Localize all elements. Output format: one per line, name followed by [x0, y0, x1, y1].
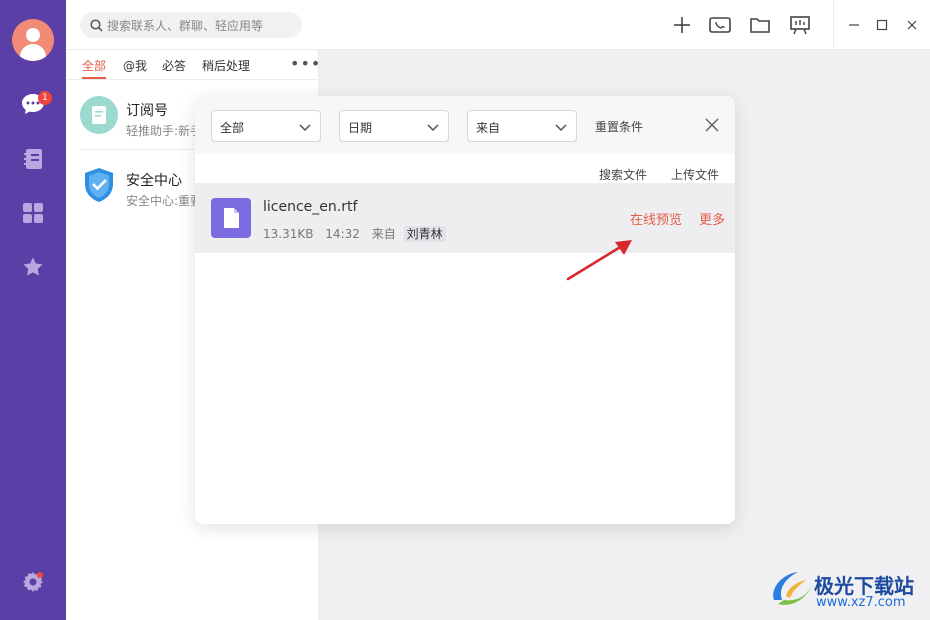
file-name: licence_en.rtf: [263, 199, 358, 215]
more-link[interactable]: 更多: [699, 209, 725, 228]
folder-icon[interactable]: [748, 13, 772, 37]
file-size: 13.31KB: [263, 227, 314, 241]
sender-value: 来自: [476, 121, 501, 135]
close-window-icon[interactable]: [900, 13, 924, 37]
file-type-select[interactable]: 全部: [211, 110, 321, 142]
tab-all[interactable]: 全部: [82, 57, 106, 74]
watermark-url: www.xz7.com: [816, 595, 906, 610]
left-rail: 1: [0, 0, 66, 620]
search-input[interactable]: 搜索联系人、群聊、轻应用等: [80, 12, 302, 38]
online-preview-link[interactable]: 在线预览: [630, 209, 682, 228]
watermark-logo: 极光下载站 www.xz7.com: [768, 566, 928, 614]
top-bar: 搜索联系人、群聊、轻应用等: [66, 0, 930, 50]
close-icon[interactable]: [703, 116, 721, 134]
maximize-icon[interactable]: [870, 13, 894, 37]
search-icon: [90, 18, 103, 32]
unread-badge: 1: [38, 91, 52, 105]
from-label: 来自: [371, 227, 396, 241]
add-icon[interactable]: [670, 13, 694, 37]
search-placeholder: 搜索联系人、群聊、轻应用等: [107, 18, 264, 33]
annotation-arrow-icon: [566, 240, 632, 281]
chevron-down-icon: [299, 124, 311, 132]
sender-select[interactable]: 来自: [467, 110, 577, 142]
file-meta: 13.31KB 14:32 来自 刘青林: [263, 225, 454, 242]
file-type-value: 全部: [220, 121, 245, 135]
chevron-down-icon: [555, 124, 567, 132]
date-select[interactable]: 日期: [339, 110, 449, 142]
document-icon: [211, 198, 251, 238]
chevron-down-icon: [427, 124, 439, 132]
sender-name[interactable]: 刘青林: [403, 226, 446, 242]
tab-must-answer[interactable]: 必答: [162, 57, 186, 74]
subscription-icon: [80, 96, 118, 134]
file-time: 14:32: [325, 227, 360, 241]
avatar[interactable]: [12, 19, 54, 61]
reset-filters-button[interactable]: 重置条件: [595, 118, 643, 135]
star-icon[interactable]: [21, 255, 45, 279]
upload-files-button[interactable]: 上传文件: [671, 166, 719, 183]
active-tab-underline: [82, 77, 106, 79]
settings-gear-icon[interactable]: [21, 570, 45, 594]
date-value: 日期: [348, 121, 373, 135]
call-icon[interactable]: [708, 13, 732, 37]
more-options-icon[interactable]: •••: [290, 54, 321, 73]
file-row[interactable]: licence_en.rtf 13.31KB 14:32 来自 刘青林 在线预览…: [195, 183, 735, 253]
tab-later[interactable]: 稍后处理: [202, 57, 250, 74]
filter-bar: 全部 日期 来自 重置条件: [195, 96, 735, 154]
conversation-name: 订阅号: [126, 103, 168, 119]
filter-tabs: 全部 @我 必答 稍后处理 •••: [66, 50, 321, 80]
search-files-button[interactable]: 搜索文件: [599, 166, 647, 183]
address-book-icon[interactable]: [21, 147, 45, 171]
presentation-icon[interactable]: [788, 13, 812, 37]
shield-icon: [80, 166, 118, 204]
tab-mentions[interactable]: @我: [123, 57, 147, 74]
apps-grid-icon[interactable]: [21, 201, 45, 225]
conversation-name: 安全中心: [126, 173, 182, 189]
toolbar-divider: [833, 0, 834, 50]
minimize-icon[interactable]: [842, 13, 866, 37]
file-search-dialog: 全部 日期 来自 重置条件 搜索文件 上传文件 licence_en.rtf 1…: [195, 96, 735, 524]
